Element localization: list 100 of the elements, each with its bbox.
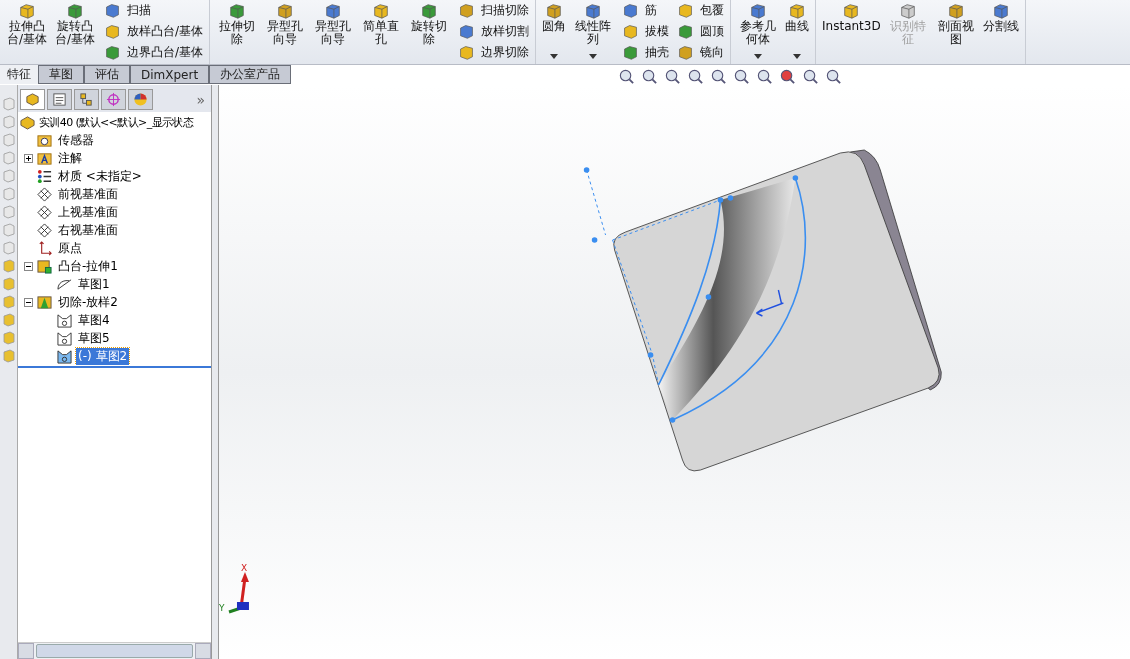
cube-icon bbox=[946, 2, 965, 20]
command-tab[interactable]: 办公室产品 bbox=[209, 65, 292, 84]
caret-icon[interactable] bbox=[550, 54, 559, 59]
tool-button[interactable]: 分割线 bbox=[979, 0, 1022, 62]
expander-icon[interactable] bbox=[24, 153, 33, 163]
tool-button[interactable]: 旋转切除 bbox=[405, 0, 454, 62]
cube-icon bbox=[324, 2, 343, 20]
cube-icon bbox=[104, 44, 121, 61]
tree-item[interactable]: 草图5 bbox=[76, 329, 112, 347]
cube-icon bbox=[898, 2, 917, 20]
cube-icon bbox=[104, 2, 121, 19]
command-tab[interactable]: 草图 bbox=[38, 65, 84, 84]
tool-button[interactable]: 参考几何体 bbox=[734, 0, 783, 62]
cube-icon bbox=[458, 44, 476, 61]
tree-item[interactable]: 上视基准面 bbox=[56, 203, 120, 221]
view-tool-icon[interactable] bbox=[687, 68, 704, 85]
tool-button[interactable]: 抽壳 bbox=[619, 42, 673, 63]
tree-item[interactable]: 传感器 bbox=[56, 131, 96, 149]
command-tab[interactable]: 特征 bbox=[0, 65, 38, 84]
view-tool-icon[interactable] bbox=[825, 68, 842, 85]
tool-button[interactable]: 剖面视图 bbox=[931, 0, 980, 62]
tree-item[interactable]: 凸台-拉伸1 bbox=[56, 257, 120, 275]
panel-tab[interactable] bbox=[74, 89, 99, 110]
tool-button[interactable]: 圆顶 bbox=[674, 21, 728, 42]
cube-icon bbox=[458, 2, 476, 19]
tree-item[interactable]: 注解 bbox=[56, 149, 84, 167]
tool-button[interactable]: 拉伸凸台/基体 bbox=[3, 0, 51, 62]
tool-button[interactable]: 边界凸台/基体 bbox=[101, 42, 207, 63]
tool-button[interactable]: 圆角 bbox=[539, 0, 570, 62]
tool-button[interactable]: 扫描 bbox=[101, 0, 207, 21]
tool-button[interactable]: 放样切割 bbox=[455, 21, 533, 42]
panel-tab[interactable] bbox=[128, 89, 153, 110]
view-tool-icon[interactable] bbox=[641, 68, 658, 85]
appearance-icon bbox=[133, 92, 148, 107]
tool-button[interactable]: 包覆 bbox=[674, 0, 728, 21]
axis-label: Y bbox=[219, 603, 225, 613]
tree-item[interactable]: 切除-放样2 bbox=[56, 293, 120, 311]
tool-button[interactable]: 拔模 bbox=[619, 21, 673, 42]
cube-icon bbox=[18, 2, 36, 20]
tool-button[interactable]: 放样凸台/基体 bbox=[101, 21, 207, 42]
view-tool-icon[interactable] bbox=[618, 68, 635, 85]
tool-button[interactable]: 旋转凸台/基体 bbox=[51, 0, 99, 62]
profile-icon bbox=[57, 312, 72, 328]
tree-item[interactable]: 前视基准面 bbox=[56, 185, 120, 203]
panel-tab[interactable] bbox=[101, 89, 126, 110]
target-icon bbox=[106, 92, 121, 107]
cube-icon bbox=[66, 2, 84, 20]
tree-item[interactable]: 草图4 bbox=[76, 311, 112, 329]
view-tool-icon[interactable] bbox=[664, 68, 681, 85]
property-icon bbox=[52, 92, 67, 107]
view-tool-icon[interactable] bbox=[710, 68, 727, 85]
tool-button[interactable]: 异型孔向导 bbox=[261, 0, 310, 62]
cube-icon bbox=[788, 2, 807, 20]
tool-button[interactable]: 拉伸切除 bbox=[213, 0, 262, 62]
profile-icon bbox=[57, 348, 72, 364]
tree-item[interactable]: 草图1 bbox=[76, 275, 112, 293]
axis-label: X bbox=[241, 563, 248, 573]
cube-icon bbox=[584, 2, 603, 20]
tool-button[interactable]: 筋 bbox=[619, 0, 673, 21]
more-chevron[interactable]: » bbox=[196, 91, 205, 108]
tool-button[interactable]: 扫描切除 bbox=[455, 0, 533, 21]
caret-icon[interactable] bbox=[754, 54, 763, 59]
horizontal-scrollbar[interactable] bbox=[18, 642, 211, 659]
tree-item[interactable]: 材质 <未指定> bbox=[56, 167, 144, 185]
tool-button[interactable]: Instant3D bbox=[819, 0, 884, 62]
view-tool-icon[interactable] bbox=[802, 68, 819, 85]
plane-icon bbox=[37, 222, 52, 238]
tool-button[interactable]: 镜向 bbox=[674, 42, 728, 63]
tree-item[interactable]: 实训40 (默认<<默认>_显示状态 bbox=[39, 114, 194, 130]
tree-item[interactable]: 右视基准面 bbox=[56, 221, 120, 239]
view-tool-icon[interactable] bbox=[779, 68, 796, 85]
panel-tab[interactable] bbox=[20, 89, 45, 110]
annotation-icon bbox=[37, 150, 52, 166]
cube-icon bbox=[749, 2, 768, 20]
cube-icon bbox=[677, 23, 695, 40]
tool-button[interactable]: 曲线 bbox=[782, 0, 813, 62]
expander-icon[interactable] bbox=[24, 297, 33, 307]
view-tool-icon[interactable] bbox=[733, 68, 750, 85]
cube-icon bbox=[842, 2, 861, 20]
panel-splitter[interactable] bbox=[212, 85, 219, 659]
view-tool-icon[interactable] bbox=[756, 68, 773, 85]
tool-button[interactable]: 异型孔向导 bbox=[309, 0, 358, 62]
cube-icon bbox=[228, 2, 247, 20]
origin-icon bbox=[37, 240, 52, 256]
tool-button[interactable]: 边界切除 bbox=[455, 42, 533, 63]
command-tab[interactable]: 评估 bbox=[84, 65, 130, 84]
material-icon bbox=[37, 168, 52, 184]
tool-button[interactable]: 线性阵列 bbox=[569, 0, 618, 62]
cube-icon bbox=[677, 2, 695, 19]
tool-button[interactable]: 简单直孔 bbox=[357, 0, 406, 62]
expander-icon[interactable] bbox=[24, 261, 33, 271]
extrude-icon bbox=[37, 258, 52, 274]
caret-icon[interactable] bbox=[793, 54, 802, 59]
panel-tab[interactable] bbox=[47, 89, 72, 110]
loft-icon bbox=[37, 294, 52, 310]
command-tab[interactable]: DimXpert bbox=[130, 65, 210, 84]
tree-item[interactable]: 原点 bbox=[56, 239, 84, 257]
tree-item[interactable]: (-) 草图2 bbox=[76, 347, 130, 365]
caret-icon[interactable] bbox=[589, 54, 598, 59]
plane-icon bbox=[37, 204, 52, 220]
